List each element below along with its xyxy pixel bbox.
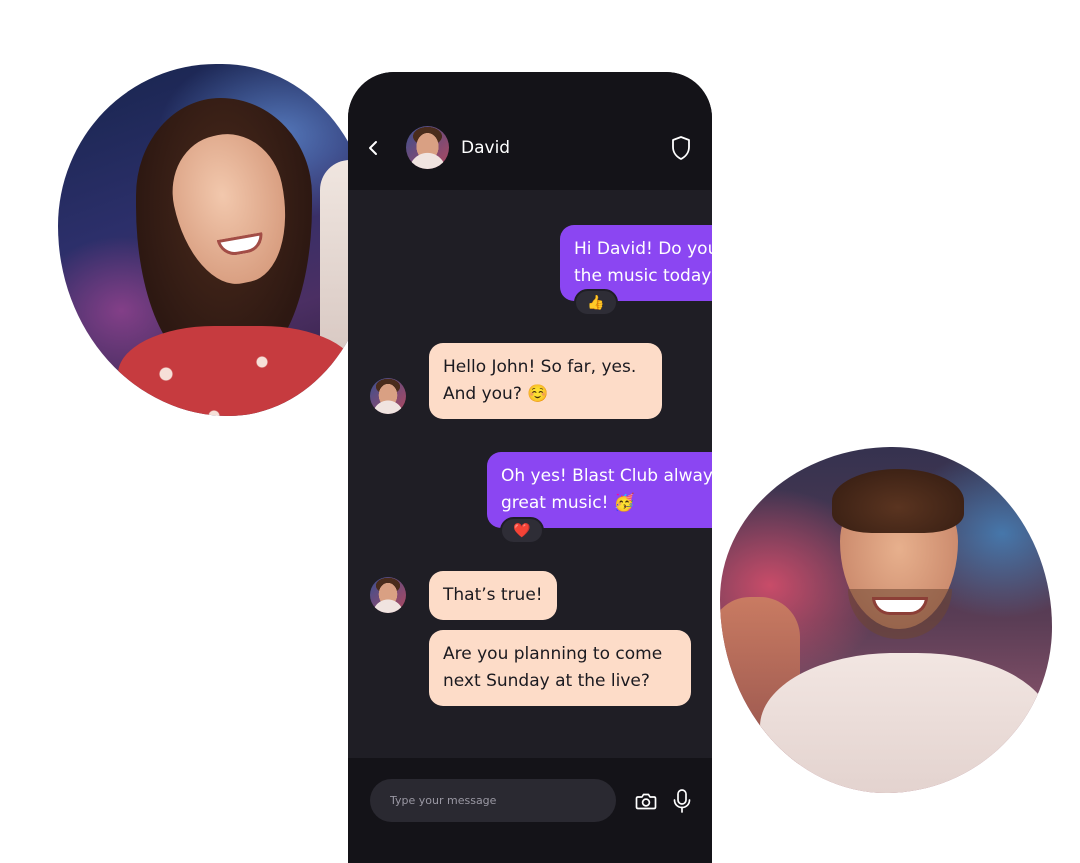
woman-floral-dress bbox=[118, 326, 358, 416]
phone-chat-screen: David Hi David! Do you enjoy the music t… bbox=[348, 72, 712, 863]
shield-icon bbox=[672, 136, 690, 160]
sender-avatar[interactable] bbox=[370, 378, 406, 414]
sender-avatar[interactable] bbox=[370, 577, 406, 613]
man-shirt bbox=[760, 653, 1052, 793]
message-reaction-heart[interactable]: ❤️ bbox=[500, 517, 544, 544]
message-composer bbox=[348, 758, 712, 863]
safety-shield-button[interactable] bbox=[670, 135, 692, 161]
contact-name[interactable]: David bbox=[461, 138, 510, 158]
message-reaction-thumbs-up[interactable]: 👍 bbox=[574, 289, 618, 316]
microphone-button[interactable] bbox=[672, 788, 692, 814]
back-button[interactable] bbox=[364, 136, 384, 160]
message-input[interactable] bbox=[370, 779, 616, 822]
camera-icon bbox=[635, 793, 657, 810]
chevron-left-icon bbox=[369, 141, 377, 155]
message-list: Hi David! Do you enjoy the music today? … bbox=[348, 190, 712, 758]
contact-avatar[interactable] bbox=[406, 126, 449, 169]
microphone-icon bbox=[673, 789, 691, 813]
man-hair bbox=[832, 469, 964, 533]
photo-woman-smiling bbox=[58, 64, 374, 416]
avatar-image bbox=[370, 378, 406, 414]
chat-header: David bbox=[348, 72, 712, 190]
photo-man-smiling bbox=[720, 447, 1052, 793]
incoming-message[interactable]: Hello John! So far, yes. And you? ☺️ bbox=[429, 343, 662, 419]
incoming-message[interactable]: Are you planning to come next Sunday at … bbox=[429, 630, 691, 706]
incoming-message[interactable]: That’s true! bbox=[429, 571, 557, 620]
avatar-image bbox=[406, 126, 449, 169]
avatar-image bbox=[370, 577, 406, 613]
camera-button[interactable] bbox=[634, 789, 658, 813]
